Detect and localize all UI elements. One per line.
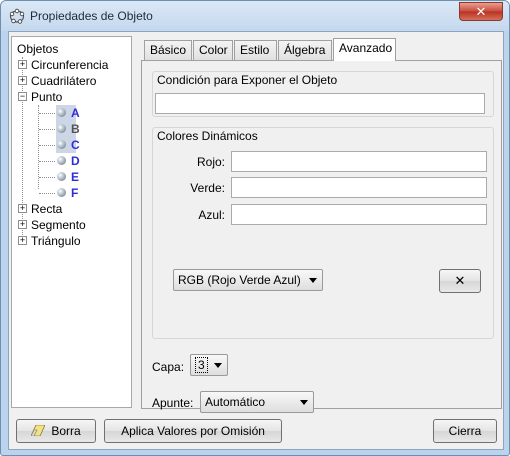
tree-point-c[interactable]: C (57, 137, 80, 153)
expand-icon[interactable]: + (18, 220, 27, 229)
dynamic-colors-title: Colores Dinámicos (157, 129, 258, 143)
point-icon (57, 108, 66, 117)
dynamic-colors-group: Colores Dinámicos Rojo: Verde: Azul: RGB… (152, 127, 494, 339)
condition-input[interactable] (155, 93, 485, 114)
green-label: Verde: (190, 181, 225, 195)
tree-guide (39, 161, 55, 162)
title-bar: Propiedades de Objeto ✕ (1, 1, 509, 31)
red-input[interactable] (231, 151, 487, 172)
snap-select[interactable]: Automático (200, 391, 314, 413)
point-label: A (71, 106, 80, 120)
layer-value: 3 (195, 357, 208, 373)
red-label: Rojo: (196, 155, 225, 169)
tree-guide (39, 177, 55, 178)
tree-item-label: Punto (31, 90, 63, 104)
close-button[interactable]: Cierra (433, 419, 497, 443)
point-icon (57, 140, 66, 149)
tree-guide (39, 193, 55, 194)
color-space-select[interactable]: RGB (Rojo Verde Azul) (173, 269, 323, 291)
point-icon (57, 124, 66, 133)
tree-item-label: Segmento (31, 218, 86, 232)
point-icon (57, 172, 66, 181)
delete-button[interactable]: Borra (16, 419, 96, 443)
condition-title: Condición para Exponer el Objeto (157, 73, 338, 87)
tree-guide (39, 145, 55, 146)
chevron-down-icon (300, 400, 308, 405)
tree-guide (39, 129, 55, 130)
tree-item-label: Cuadrilátero (31, 74, 97, 88)
object-tree[interactable]: Objetos + Circunferencia + Cuadrilátero … (11, 36, 132, 408)
layer-select[interactable]: 3 (190, 354, 228, 376)
tree-point-e[interactable]: E (57, 169, 80, 185)
tree-point-d[interactable]: D (57, 153, 80, 169)
tree-item-label: Triángulo (31, 234, 81, 248)
layer-label: Capa: (152, 360, 185, 374)
expand-icon[interactable]: + (18, 76, 27, 85)
tree-item-recta[interactable]: + Recta (18, 201, 128, 217)
tree-item-label: Recta (31, 202, 63, 216)
tree-item-cuadrilatero[interactable]: + Cuadrilátero (18, 73, 128, 89)
window-title: Propiedades de Objeto (30, 9, 153, 23)
chevron-down-icon (214, 363, 222, 368)
collapse-icon[interactable]: − (18, 92, 27, 101)
snap-value: Automático (205, 395, 266, 409)
blue-label: Azul: (198, 208, 225, 222)
expand-icon[interactable]: + (18, 204, 27, 213)
tab-algebra[interactable]: Álgebra (278, 40, 332, 60)
dialog-body: Objetos + Circunferencia + Cuadrilátero … (8, 31, 504, 450)
apply-defaults-button[interactable]: Aplica Valores por Omisión (104, 419, 282, 443)
geogebra-app-icon (9, 8, 25, 24)
tree-point-a[interactable]: A (57, 105, 80, 121)
point-label: D (71, 154, 80, 168)
tab-panel-avanzado: Condición para Exponer el Objeto Colores… (141, 60, 502, 413)
tab-basico[interactable]: Básico (144, 40, 192, 60)
condition-group: Condición para Exponer el Objeto (152, 71, 494, 117)
color-space-value: RGB (Rojo Verde Azul) (178, 273, 301, 287)
close-icon: ✕ (454, 273, 466, 288)
snap-label: Apunte: (152, 396, 194, 410)
properties-window: Propiedades de Objeto ✕ Objetos + Circun… (0, 0, 510, 456)
tab-color[interactable]: Color (193, 40, 233, 60)
tree-point-b[interactable]: B (57, 121, 80, 137)
expand-icon[interactable]: + (18, 60, 27, 69)
point-label: B (71, 122, 80, 136)
tab-estilo[interactable]: Estilo (234, 40, 277, 60)
blue-input[interactable] (231, 204, 487, 225)
tree-point-f[interactable]: F (57, 185, 79, 201)
point-label: E (71, 170, 80, 184)
green-input[interactable] (231, 177, 487, 198)
tree-guide (39, 113, 55, 114)
tree-item-circunferencia[interactable]: + Circunferencia (18, 57, 128, 73)
expand-icon[interactable]: + (18, 236, 27, 245)
chevron-down-icon (309, 278, 317, 283)
point-label: C (71, 138, 80, 152)
tree-root-label: Objetos (17, 42, 59, 56)
point-label: F (71, 186, 79, 200)
tree-item-label: Circunferencia (31, 58, 109, 72)
tree-item-triangulo[interactable]: + Triángulo (18, 233, 128, 249)
eraser-icon (31, 425, 45, 436)
point-icon (57, 156, 66, 165)
tab-avanzado[interactable]: Avanzado (333, 38, 396, 61)
tree-item-punto[interactable]: − Punto (18, 89, 128, 105)
close-window-button[interactable]: ✕ (459, 2, 503, 21)
tree-item-segmento[interactable]: + Segmento (18, 217, 128, 233)
point-icon (57, 188, 66, 197)
clear-colors-button[interactable]: ✕ (439, 269, 481, 293)
